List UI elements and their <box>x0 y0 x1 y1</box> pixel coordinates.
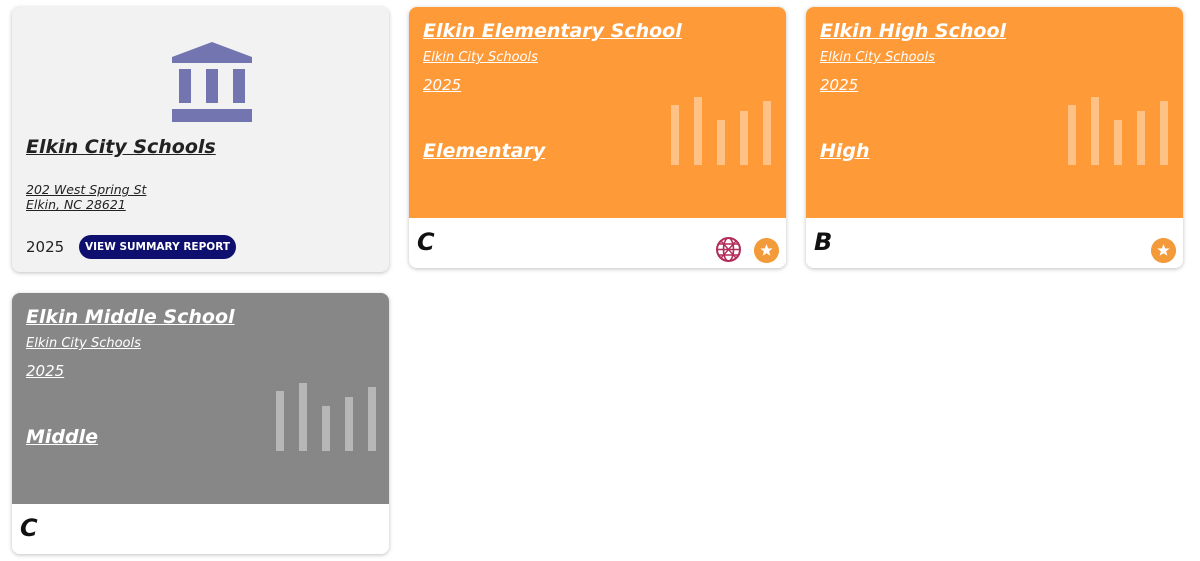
performance-grade: C <box>20 514 38 542</box>
school-name-link[interactable]: Elkin Elementary School <box>423 20 682 42</box>
school-card-header: Elkin High School Elkin City Schools 202… <box>806 7 1183 218</box>
school-card-header: Elkin Middle School Elkin City Schools 2… <box>12 293 389 504</box>
performance-grade: B <box>814 228 833 256</box>
address-line-2: Elkin, NC 28621 <box>26 197 126 212</box>
school-card-middle[interactable]: Elkin Middle School Elkin City Schools 2… <box>12 293 389 554</box>
address-line-1: 202 West Spring St <box>26 182 147 197</box>
school-year-link[interactable]: 2025 <box>26 362 64 380</box>
district-card: Elkin City Schools 202 West Spring St El… <box>12 7 389 272</box>
school-name-link[interactable]: Elkin High School <box>820 20 1006 42</box>
school-card-header: Elkin Elementary School Elkin City Schoo… <box>409 7 786 218</box>
star-icon[interactable] <box>754 238 779 263</box>
school-district-link[interactable]: Elkin City Schools <box>26 336 141 351</box>
school-card-footer: B <box>806 218 1183 268</box>
school-year-link[interactable]: 2025 <box>820 76 858 94</box>
star-icon[interactable] <box>1151 238 1176 263</box>
school-card-footer: C <box>12 504 389 554</box>
performance-grade: C <box>417 228 435 256</box>
school-card-footer: C <box>409 218 786 268</box>
district-address[interactable]: 202 West Spring St Elkin, NC 28621 <box>26 182 146 212</box>
government-building-icon <box>172 42 252 122</box>
bar-chart-icon <box>1068 97 1168 165</box>
school-name-link[interactable]: Elkin Middle School <box>26 306 235 328</box>
school-card-elementary[interactable]: Elkin Elementary School Elkin City Schoo… <box>409 7 786 268</box>
school-level-link[interactable]: High <box>820 140 870 162</box>
globe-icon[interactable] <box>715 236 742 263</box>
school-year-link[interactable]: 2025 <box>423 76 461 94</box>
school-district-link[interactable]: Elkin City Schools <box>423 50 538 65</box>
school-card-high[interactable]: Elkin High School Elkin City Schools 202… <box>806 7 1183 268</box>
bar-chart-icon <box>276 383 376 451</box>
school-level-link[interactable]: Middle <box>26 426 98 448</box>
district-year: 2025 <box>26 238 65 256</box>
view-summary-report-button[interactable]: VIEW SUMMARY REPORT <box>79 235 236 259</box>
bar-chart-icon <box>671 97 771 165</box>
school-district-link[interactable]: Elkin City Schools <box>820 50 935 65</box>
school-level-link[interactable]: Elementary <box>423 140 545 162</box>
district-name-link[interactable]: Elkin City Schools <box>26 136 216 158</box>
